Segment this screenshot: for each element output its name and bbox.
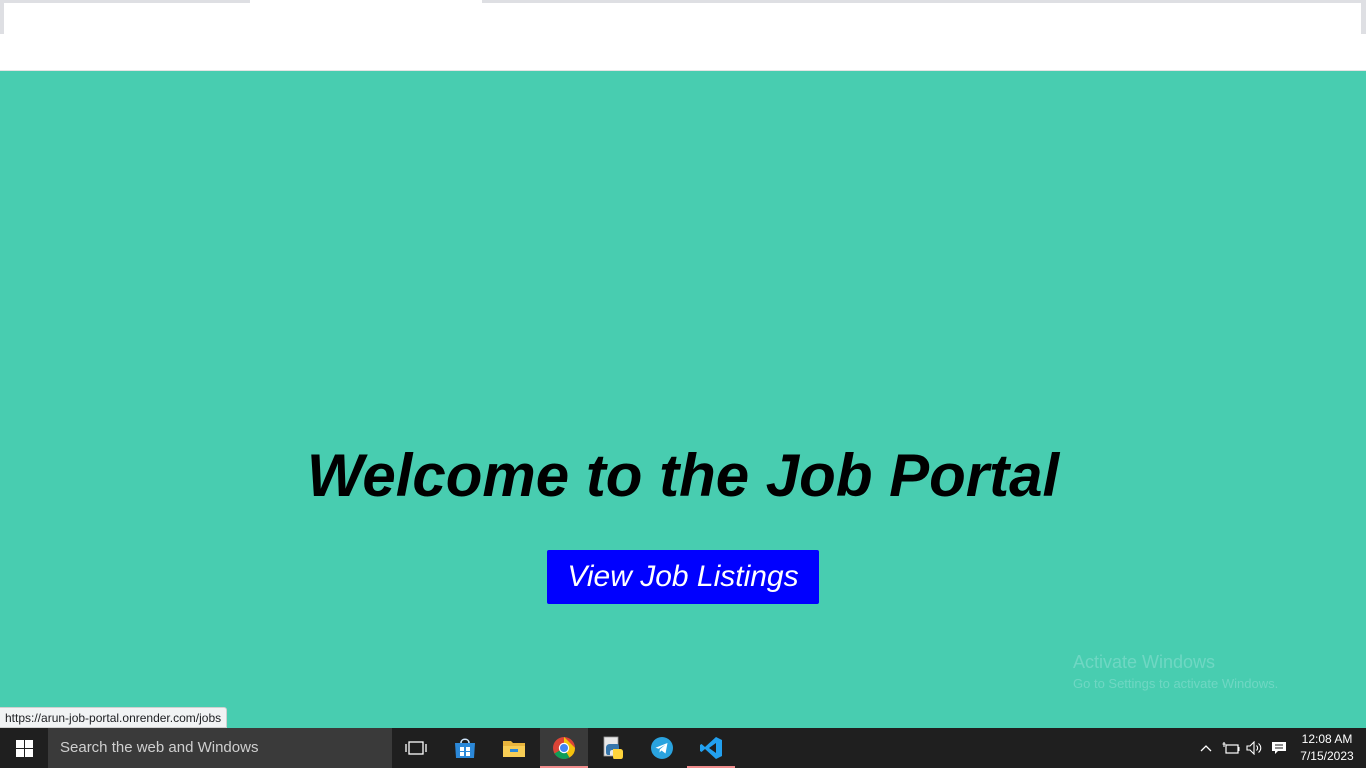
python-icon [603, 736, 623, 759]
active-tab[interactable] [250, 0, 482, 3]
clock-date: 7/15/2023 [1300, 749, 1354, 763]
watermark-subtitle: Go to Settings to activate Windows. [1073, 676, 1279, 691]
vscode-icon [700, 737, 722, 759]
link-status-url: https://arun-job-portal.onrender.com/job… [0, 707, 228, 728]
vscode-button[interactable] [687, 728, 735, 768]
task-view-button[interactable] [392, 728, 440, 768]
telegram-icon [651, 737, 673, 759]
window-frame-left [0, 0, 4, 34]
file-explorer-icon [503, 741, 525, 757]
task-view-icon [405, 741, 427, 755]
clock-time: 12:08 AM [1301, 732, 1353, 746]
windows-taskbar: Search the web and Windows 12:08 AM 7/15… [0, 728, 1366, 768]
store-button[interactable] [441, 728, 489, 768]
python-button[interactable] [589, 728, 637, 768]
activate-windows-watermark: Activate Windows Go to Settings to activ… [1073, 651, 1278, 695]
view-job-listings-button[interactable]: View Job Listings [547, 550, 819, 604]
tab-strip [0, 0, 1366, 3]
start-button[interactable] [0, 728, 48, 768]
browser-viewport-top [0, 0, 1366, 71]
window-frame-right [1361, 0, 1366, 34]
chrome-taskbar-button[interactable] [540, 728, 588, 768]
battery-icon [1222, 742, 1240, 754]
volume-button[interactable] [1244, 728, 1266, 768]
power-status-button[interactable] [1220, 728, 1242, 768]
landing-page: Welcome to the Job Portal View Job Listi… [0, 71, 1366, 728]
taskbar-search-input[interactable]: Search the web and Windows [48, 728, 392, 768]
show-hidden-icons-button[interactable] [1196, 728, 1216, 768]
windows-logo-icon [15, 739, 33, 757]
store-icon [455, 738, 475, 758]
chevron-up-icon [1200, 745, 1212, 752]
watermark-title: Activate Windows [1073, 652, 1216, 672]
chrome-icon [553, 737, 575, 759]
notification-icon [1272, 742, 1286, 754]
page-title: Welcome to the Job Portal [306, 442, 1060, 509]
action-center-button[interactable] [1268, 728, 1290, 768]
file-explorer-button[interactable] [490, 728, 538, 768]
telegram-button[interactable] [638, 728, 686, 768]
taskbar-clock[interactable]: 12:08 AM 7/15/2023 [1294, 731, 1360, 765]
volume-icon [1246, 741, 1262, 755]
